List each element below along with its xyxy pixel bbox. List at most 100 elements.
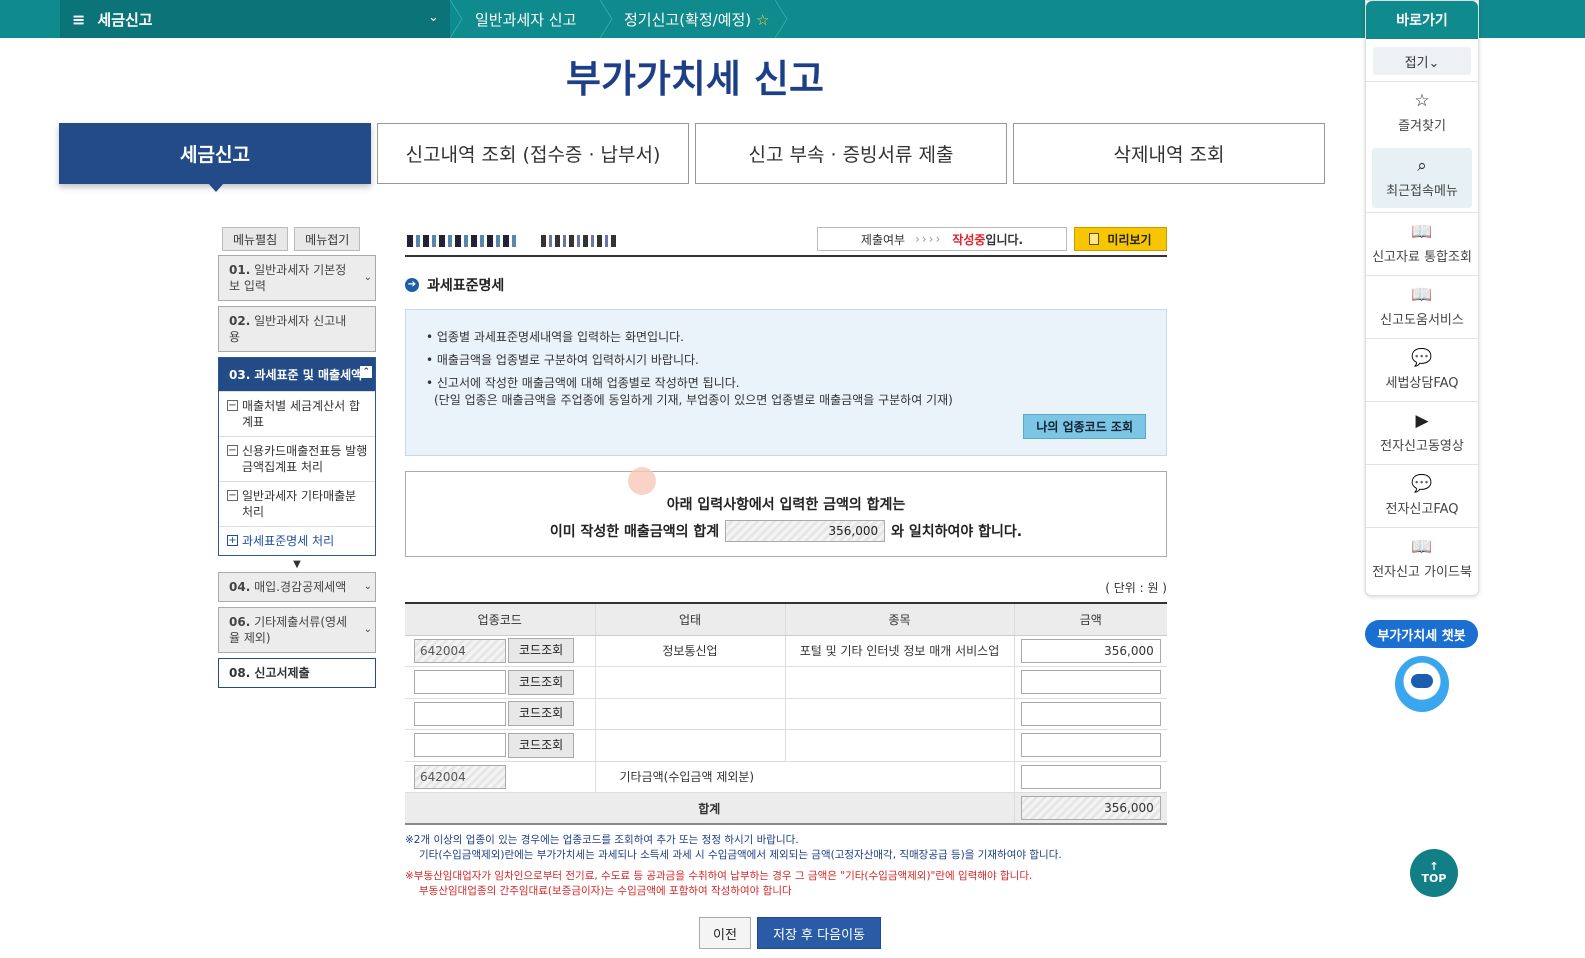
arrows-icon: ›››› <box>915 232 943 246</box>
step-number: 01. <box>229 263 251 277</box>
sales-total-field: 356,000 <box>725 520 886 542</box>
chevron-down-icon[interactable]: ⌄ <box>428 10 439 25</box>
substep-card-sales[interactable]: − 신용카드매출전표등 발행금액집계표 처리 <box>219 436 375 481</box>
tab-tax-filing[interactable]: 세금신고 <box>59 123 371 192</box>
substep-other-sales[interactable]: − 일반과세자 기타매출분 처리 <box>219 481 375 526</box>
business-item <box>784 729 1014 762</box>
notice-line1: 아래 입력사항에서 입력한 금액의 합계는 <box>666 497 906 513</box>
other-amount-input[interactable] <box>1020 764 1161 789</box>
quick-label: 최근접속메뉴 <box>1386 184 1458 199</box>
substep-label: 신용카드매출전표등 발행금액집계표 처리 <box>242 444 368 474</box>
quick-label: 전자신고FAQ <box>1385 502 1459 517</box>
quick-guidebook[interactable]: 📖 전자신고 가이드북 <box>1366 527 1478 590</box>
code-lookup-button[interactable]: 코드조회 <box>508 701 575 727</box>
quick-favorites[interactable]: ☆ 즐겨찾기 <box>1366 81 1478 144</box>
quick-tax-faq[interactable]: 💬 세법상담FAQ <box>1366 338 1478 401</box>
step-01[interactable]: 01. 일반과세자 기본정보 입력 ⌄ <box>218 255 376 301</box>
fold-button[interactable]: 접기⌄ <box>1373 47 1471 75</box>
col-header: 업태 <box>594 602 785 636</box>
step-06[interactable]: 06. 기타제출서류(영세율 제외) ⌄ <box>218 607 376 653</box>
tab-deletion-history[interactable]: 삭제내역 조회 <box>1013 123 1325 184</box>
quick-label: 전자신고 가이드북 <box>1372 565 1472 580</box>
step-03-header[interactable]: 03. 과세표준 및 매출세액 ⌃ <box>219 358 375 391</box>
other-amount-label: 기타금액(수입금액 제외분) <box>594 761 1014 793</box>
main-menu-button[interactable]: ≡ 세금신고 <box>72 9 153 30</box>
industry-code-input[interactable] <box>414 701 506 726</box>
amount-input[interactable] <box>1020 733 1161 758</box>
industry-code-input[interactable] <box>414 733 506 758</box>
chevron-down-icon: ⌄ <box>363 272 372 283</box>
chevron-down-icon: ⌄ <box>363 581 372 592</box>
quick-label: 즐겨찾기 <box>1398 119 1446 134</box>
quick-links-title: 바로가기 <box>1366 1 1478 39</box>
tab-filing-history[interactable]: 신고내역 조회 (접수증 · 납부서) <box>377 123 689 184</box>
quick-video[interactable]: ▶ 전자신고동영상 <box>1366 401 1478 464</box>
save-next-button[interactable]: 저장 후 다음이동 <box>757 917 881 949</box>
tab-attachment-submission[interactable]: 신고 부속 · 증빙서류 제출 <box>695 123 1007 184</box>
business-type: 정보통신업 <box>594 635 785 667</box>
page-title: 부가가치세 신고 <box>566 57 824 101</box>
substep-sales-invoice[interactable]: − 매출처별 세금계산서 합계표 <box>219 391 375 436</box>
step-02[interactable]: 02. 일반과세자 신고내용 <box>218 306 376 352</box>
top-label: TOP <box>1421 872 1447 885</box>
quick-label: 신고자료 통합조회 <box>1372 250 1472 265</box>
chatbot-mascot-icon[interactable] <box>1395 656 1449 712</box>
quick-help-service[interactable]: 📖 신고도움서비스 <box>1366 275 1478 338</box>
table-row: 코드조회 <box>405 666 1167 699</box>
breadcrumb-regular-filing[interactable]: 정기신고(확정/예정) ☆ <box>624 9 769 30</box>
total-amount-field: 356,000 <box>1020 796 1161 820</box>
business-item <box>784 698 1014 730</box>
expand-menu-button[interactable]: 메뉴펼침 <box>222 227 289 251</box>
preview-button[interactable]: 미리보기 <box>1074 227 1167 251</box>
quick-efiling-faq[interactable]: 💬 전자신고FAQ <box>1366 464 1478 527</box>
quick-label: 세법상담FAQ <box>1385 376 1459 391</box>
breadcrumb-general-taxpayer[interactable]: 일반과세자 신고 <box>475 9 576 30</box>
substep-label: 과세표준명세 처리 <box>242 534 335 548</box>
step-08[interactable]: 08. 신고서제출 <box>218 658 376 688</box>
code-lookup-button[interactable]: 코드조회 <box>508 669 575 695</box>
section-title: 과세표준명세 <box>427 278 505 294</box>
info-box: • 업종별 과세표준명세내역을 입력하는 화면입니다. • 매출금액을 업종별로… <box>405 309 1167 456</box>
sum-notice: 아래 입력사항에서 입력한 금액의 합계는 이미 작성한 매출금액의 합계 356… <box>405 467 1167 557</box>
industry-code-input[interactable] <box>414 670 506 695</box>
code-lookup-button[interactable]: 코드조회 <box>508 638 575 664</box>
table-row: 코드조회 <box>405 698 1167 730</box>
step-03: 03. 과세표준 및 매출세액 ⌃ − 매출처별 세금계산서 합계표 − 신용카드매출… <box>218 357 376 556</box>
amount-input[interactable] <box>1020 670 1161 695</box>
favorite-star-icon[interactable]: ☆ <box>756 11 769 29</box>
step-label: 03. 과세표준 및 매출세액 <box>229 368 363 382</box>
table-row: 642004 기타금액(수입금액 제외분) <box>405 761 1167 793</box>
chat-icon: 💬 <box>1411 348 1433 368</box>
chevron-up-icon: ⌃ <box>360 366 372 378</box>
minus-icon: − <box>227 400 238 411</box>
amount-input[interactable]: 356,000 <box>1020 638 1161 663</box>
substep-tax-base[interactable]: + 과세표준명세 처리 <box>219 526 375 555</box>
step-label: 매입.경감공제세액 <box>254 580 347 594</box>
col-header: 금액 <box>1013 602 1167 636</box>
amount-input[interactable] <box>1020 701 1161 726</box>
scroll-top-button[interactable]: ↑ TOP <box>1410 849 1458 897</box>
info-line: • 매출금액을 업종별로 구분하여 입력하시기 바랍니다. <box>426 353 699 367</box>
top-nav-bar: ≡ 세금신고 ⌄ 일반과세자 신고 정기신고(확정/예정) ☆ <box>0 0 1585 38</box>
breadcrumb-separator-icon <box>450 0 463 38</box>
form-header: 제출여부 ›››› 작성중입니다. 미리보기 <box>405 227 1167 257</box>
quick-integrated-lookup[interactable]: 📖 신고자료 통합조회 <box>1366 212 1478 275</box>
down-triangle-icon: ▼ <box>293 559 301 570</box>
notice-line2b: 와 일치하여야 합니다. <box>891 524 1023 540</box>
minus-icon: − <box>227 445 238 456</box>
quick-links-panel: 바로가기 접기⌄ ☆ 즐겨찾기 ⌕ 최근접속메뉴 📖 신고자료 통합조회 📖 신고도움서… <box>1365 0 1479 596</box>
step-04[interactable]: 04. 매입.경감공제세액 ⌄ <box>218 572 376 602</box>
masked-taxpayer-info <box>407 235 517 247</box>
code-lookup-button[interactable]: 코드조회 <box>508 732 575 758</box>
vat-chatbot-button[interactable]: 부가가치세 챗봇 <box>1365 620 1478 648</box>
my-industry-code-button[interactable]: 나의 업종코드 조회 <box>1023 414 1146 439</box>
step-number: 02. <box>229 314 251 328</box>
note-line: 기타(수입금액제외)란에는 부가가치세는 과세되나 소득세 과세 시 수입금액에… <box>419 849 1062 861</box>
quick-recent-menu[interactable]: ⌕ 최근접속메뉴 <box>1372 148 1472 208</box>
step-number: 06. <box>229 615 251 629</box>
plus-icon: + <box>227 535 238 546</box>
substep-label: 매출처별 세금계산서 합계표 <box>242 399 361 429</box>
collapse-menu-button[interactable]: 메뉴접기 <box>294 227 361 251</box>
prev-button[interactable]: 이전 <box>699 917 751 949</box>
masked-period-info <box>541 235 617 247</box>
